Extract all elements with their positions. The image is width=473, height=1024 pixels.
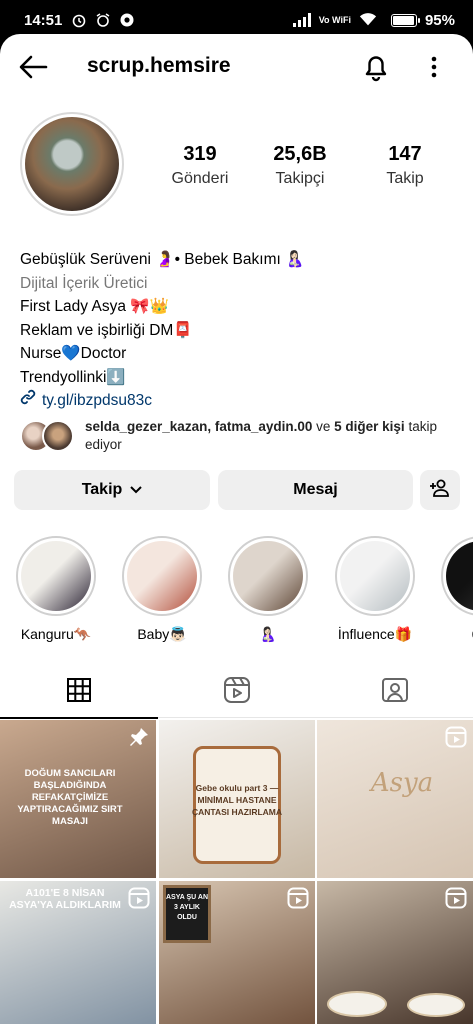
alarm-icon: [70, 12, 88, 28]
follow-button-label: Takip: [81, 481, 123, 498]
grid-icon: [66, 677, 92, 708]
post-caption: DOĞUM SANCILARI BAŞLADIĞINDA REFAKATÇİMİ…: [17, 768, 123, 827]
reel-icon: [445, 887, 467, 909]
highlight-item[interactable]: Kanguru🦘: [14, 536, 98, 643]
profile-username: scrup.hemsire: [87, 54, 231, 77]
stat-posts[interactable]: 319 Gönderi: [145, 142, 255, 190]
grid-post[interactable]: A101'E 8 NİSAN ASYA'YA ALDIKLARIM: [0, 881, 156, 1024]
avatar-image: [25, 117, 119, 211]
stat-following-value: 147: [388, 143, 422, 165]
plate-illustration: [327, 991, 387, 1017]
highlight-cover: [228, 536, 308, 616]
post-caption: ASYA ŞU AN 3 AYLIK OLDU: [165, 894, 208, 921]
tagged-icon: [381, 676, 409, 709]
battery-percent: 95%: [424, 11, 455, 29]
stat-following[interactable]: 147 Takip: [350, 142, 460, 190]
follower-avatar: [42, 420, 74, 452]
stat-posts-label: Gönderi: [171, 170, 229, 187]
reel-icon: [287, 887, 309, 909]
highlight-label: Baby👼🏻: [137, 626, 187, 642]
post-caption: A101'E 8 NİSAN ASYA'YA ALDIKLARIM: [9, 887, 121, 911]
message-button-label: Mesaj: [293, 481, 338, 498]
followed-by[interactable]: selda_gezer_kazan, fatma_aydin.00 ve 5 d…: [20, 418, 460, 458]
highlight-cover: [441, 536, 473, 616]
highlight-label: İnfluence🎁: [337, 626, 413, 642]
stat-posts-value: 319: [183, 143, 217, 165]
stat-followers-value: 25,6B: [273, 143, 327, 165]
highlight-image: [340, 541, 410, 611]
stat-following-label: Takip: [386, 170, 424, 187]
highlight-cover: [16, 536, 96, 616]
profile-avatar[interactable]: [20, 112, 124, 216]
profile-screen: scrup.hemsire 319 Gönderi 25,6B Takipçi …: [0, 34, 473, 1024]
highlight-label: Kanguru🦘: [20, 626, 92, 642]
grid-post[interactable]: ASYA ŞU AN 3 AYLIK OLDU: [159, 881, 315, 1024]
tab-reels[interactable]: [158, 666, 316, 718]
stat-followers[interactable]: 25,6B Takipçi: [245, 142, 355, 190]
highlight-item[interactable]: 6 s: [439, 536, 473, 642]
wifi-icon: [359, 12, 377, 28]
highlight-image: [446, 541, 473, 611]
bio-category[interactable]: Dijital İçerik Üretici: [20, 272, 460, 296]
followed-by-connector: ve: [312, 419, 335, 434]
bio-line: First Lady Asya 🎀👑: [20, 298, 169, 315]
top-bar: scrup.hemsire: [0, 34, 473, 100]
post-caption: Asya: [370, 768, 434, 798]
network-label: Vo WiFi: [318, 14, 351, 25]
highlight-image: [233, 541, 303, 611]
story-highlights: Kanguru🦘 Baby👼🏻 🤱🏻 İnfluence🎁 6 s: [0, 536, 473, 652]
reel-icon: [128, 887, 150, 909]
chrome-icon: [118, 12, 136, 28]
pin-icon: [128, 726, 150, 748]
followed-by-text: selda_gezer_kazan, fatma_aydin.00 ve 5 d…: [85, 418, 465, 454]
reel-icon: [445, 726, 467, 748]
highlight-item[interactable]: 🤱🏻: [226, 536, 310, 643]
bell-icon[interactable]: [362, 52, 390, 82]
bio-line: Nurse💙Doctor: [20, 345, 127, 362]
battery-icon: [390, 13, 420, 27]
grid-post[interactable]: [317, 881, 473, 1024]
bio-line: Trendyollinki⬇️: [20, 368, 126, 386]
alarm-clock-icon: [94, 12, 112, 28]
posts-grid: DOĞUM SANCILARI BAŞLADIĞINDA REFAKATÇİMİ…: [0, 720, 473, 1024]
bio-link[interactable]: ty.gl/ibzpdsu83c: [20, 389, 460, 413]
message-button[interactable]: Mesaj: [218, 470, 413, 510]
post-caption: Gebe okulu part 3 — MİNİMAL HASTANE ÇANT…: [191, 783, 283, 817]
followed-by-others: 5 diğer kişi: [334, 419, 405, 434]
tab-tagged[interactable]: [316, 666, 473, 718]
highlight-label: 6 s: [439, 626, 473, 642]
highlight-cover: [335, 536, 415, 616]
cellular-signal-icon: [292, 13, 311, 27]
highlight-item[interactable]: Baby👼🏻: [120, 536, 204, 643]
link-icon: [20, 389, 36, 413]
chevron-down-icon: [130, 481, 143, 499]
bio-name: Gebüşlük Serüveni 🤰• Bebek Bakımı 🤱🏻: [20, 251, 305, 268]
bio-line: Reklam ve işbirliği DM📮: [20, 321, 193, 339]
highlight-cover: [122, 536, 202, 616]
highlight-image: [127, 541, 197, 611]
reels-icon: [223, 676, 251, 709]
plate-illustration: [407, 993, 465, 1017]
highlight-label: 🤱🏻: [259, 626, 277, 642]
suggest-user-button[interactable]: [420, 470, 460, 510]
profile-tabs: [0, 666, 473, 719]
grid-post[interactable]: DOĞUM SANCILARI BAŞLADIĞINDA REFAKATÇİMİ…: [0, 720, 156, 878]
back-arrow-icon[interactable]: [18, 54, 48, 80]
follow-button[interactable]: Takip: [14, 470, 210, 510]
profile-stats: 319 Gönderi 25,6B Takipçi 147 Takip: [145, 142, 455, 212]
stat-followers-label: Takipçi: [275, 170, 325, 187]
followed-by-names: selda_gezer_kazan, fatma_aydin.00: [85, 419, 313, 434]
profile-bio: Gebüşlük Serüveni 🤰• Bebek Bakımı 🤱🏻 Dij…: [20, 248, 460, 413]
add-person-icon: [429, 479, 451, 502]
status-time: 14:51: [24, 11, 63, 29]
bio-link-text: ty.gl/ibzpdsu83c: [42, 392, 152, 409]
highlight-item[interactable]: İnfluence🎁: [333, 536, 417, 643]
grid-post[interactable]: Asya: [317, 720, 473, 878]
grid-post[interactable]: Gebe okulu part 3 — MİNİMAL HASTANE ÇANT…: [159, 720, 315, 878]
tab-posts-grid[interactable]: [0, 666, 158, 719]
more-options-icon[interactable]: [424, 54, 444, 80]
highlight-image: [21, 541, 91, 611]
